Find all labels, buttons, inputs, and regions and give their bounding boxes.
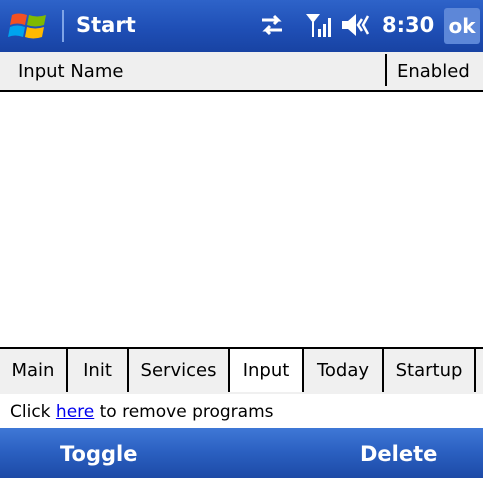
windows-flag-icon[interactable] (8, 9, 50, 43)
tab-input[interactable]: Input (230, 349, 304, 392)
list-header: Input Name Enabled (0, 52, 483, 92)
column-divider[interactable] (385, 54, 387, 86)
input-list[interactable] (0, 92, 483, 347)
hint-text-after: to remove programs (94, 402, 274, 422)
connectivity-icon[interactable] (258, 11, 286, 39)
title-bar: Start 8:30 ok (0, 0, 483, 52)
delete-softkey[interactable]: Delete (360, 442, 437, 466)
tab-services[interactable]: Services (129, 349, 230, 392)
remove-programs-hint: Click here to remove programs (10, 402, 274, 422)
column-header-enabled[interactable]: Enabled (397, 61, 470, 82)
hint-text-before: Click (10, 402, 56, 422)
start-title[interactable]: Start (76, 13, 136, 37)
softkey-bar: Toggle Delete (0, 428, 483, 478)
column-header-input-name[interactable]: Input Name (18, 61, 123, 82)
tab-strip: Main Init Services Input Today Startup (0, 347, 483, 394)
volume-icon[interactable] (340, 11, 374, 39)
ok-button[interactable]: ok (444, 8, 480, 44)
tab-main[interactable]: Main (0, 349, 68, 392)
signal-icon[interactable] (304, 11, 334, 39)
clock[interactable]: 8:30 (382, 13, 434, 37)
toggle-softkey[interactable]: Toggle (60, 442, 137, 466)
tab-init[interactable]: Init (68, 349, 129, 392)
tab-startup[interactable]: Startup (384, 349, 476, 392)
tab-today[interactable]: Today (304, 349, 384, 392)
title-separator (62, 10, 64, 42)
remove-programs-link[interactable]: here (56, 402, 94, 422)
